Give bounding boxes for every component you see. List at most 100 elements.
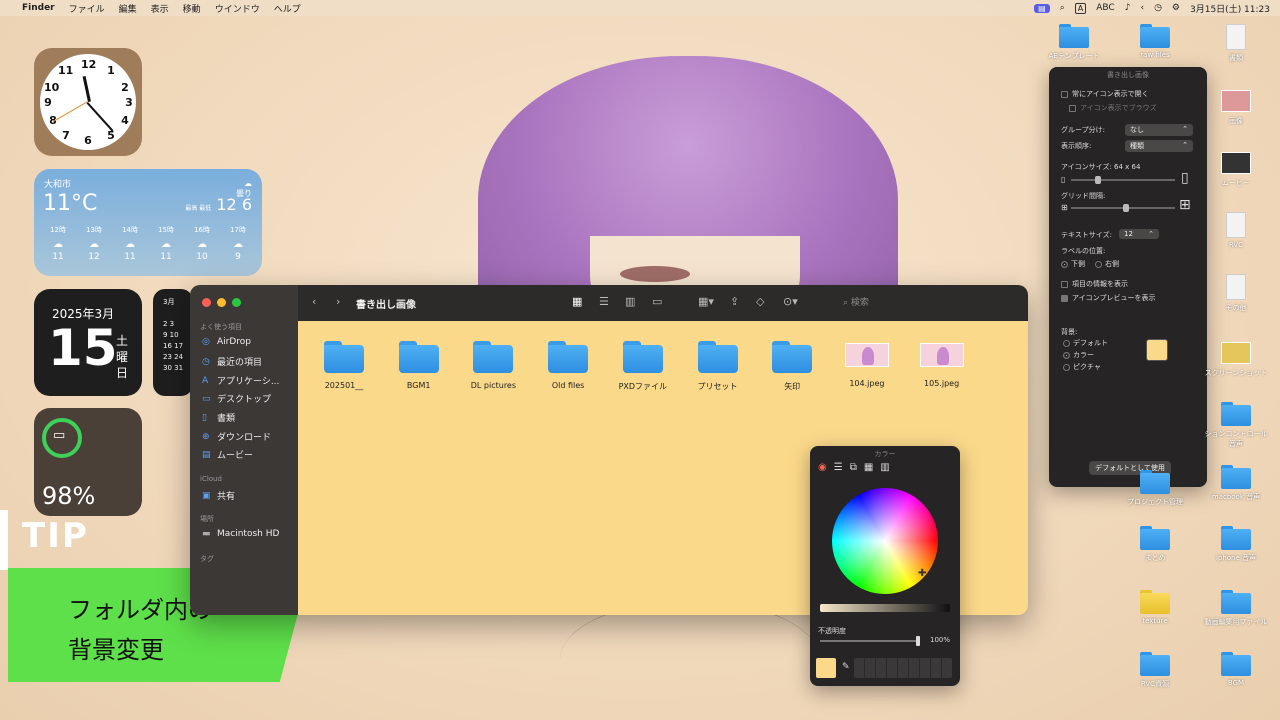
input-a-indicator[interactable]: A [1074, 2, 1087, 14]
color-wheel-icon[interactable]: ◉ [818, 462, 827, 473]
desktop-item[interactable]: 画像 [1204, 88, 1268, 126]
tag-icon[interactable]: ◇ [756, 295, 764, 308]
clock-widget[interactable]: 12 1 2 3 4 5 6 7 8 9 10 11 [34, 48, 142, 156]
desktop-item[interactable]: 動画編集用ファイル [1204, 590, 1268, 627]
image-palette-icon[interactable]: ▦ [864, 462, 873, 473]
color-swatch-grid[interactable] [854, 658, 952, 678]
menu-app-name[interactable]: Finder [22, 3, 55, 13]
spotlight-icon[interactable]: ⌕ [1060, 3, 1065, 13]
sidebar-item-macintosh-hd[interactable]: ▬ Macintosh HD [202, 529, 279, 539]
battery-widget[interactable]: ▭ 98% [34, 408, 142, 516]
grid-spacing-slider[interactable] [1071, 204, 1175, 212]
desktop-item[interactable]: その他 [1204, 274, 1268, 313]
menu-datetime[interactable]: 3月15日(土) 11:23 [1190, 2, 1270, 15]
desktop-item[interactable]: ションコントロール音声 [1204, 402, 1268, 449]
sidebar-item-shared[interactable]: ▣ 共有 [202, 489, 235, 503]
desktop-item[interactable]: texture [1123, 590, 1187, 625]
menu-edit[interactable]: 編集 [119, 2, 137, 15]
finder-item[interactable]: PXDファイル [607, 337, 679, 392]
chevron-left-icon[interactable]: ‹ [1140, 3, 1144, 13]
share-icon[interactable]: ⇪ [730, 295, 739, 308]
zoom-button[interactable] [232, 298, 241, 307]
desktop-item[interactable]: raw files [1123, 24, 1187, 59]
sliders-icon[interactable]: ☰ [834, 462, 843, 473]
eyedropper-icon[interactable]: ✎ [842, 662, 850, 672]
opacity-slider[interactable] [820, 636, 920, 646]
show-info-checkbox[interactable]: 項目の情報を表示 [1061, 279, 1128, 289]
finder-item[interactable]: 105.jpeg [906, 337, 978, 388]
color-panel[interactable]: カラー ◉ ☰ ⧉ ▦ ▥ ✚ 不透明度 100% ✎ [810, 446, 960, 686]
sidebar-item-applications[interactable]: A アプリケーシ... [202, 374, 279, 388]
always-icon-checkbox[interactable]: 常にアイコン表示で開く [1061, 89, 1149, 99]
text-size-select[interactable]: 12 ⌃ [1119, 229, 1159, 239]
desktop-item[interactable]: まとめ [1123, 526, 1187, 563]
clock-icon[interactable]: ◷ [1154, 3, 1162, 13]
bg-default-radio[interactable]: デフォルト [1063, 338, 1108, 348]
desktop-item[interactable]: iphone 音声 [1204, 526, 1268, 563]
bg-picture-radio[interactable]: ピクチャ [1063, 362, 1101, 372]
back-icon[interactable]: ‹ [312, 295, 316, 308]
finder-item[interactable]: DL pictures [457, 337, 529, 390]
music-icon[interactable]: ♪ [1125, 3, 1131, 13]
search-field[interactable]: ⌕ 検索 [843, 295, 869, 308]
list-view-icon[interactable]: ☰ [599, 295, 609, 308]
finder-item[interactable]: 104.jpeg [831, 337, 903, 388]
view-options-panel[interactable]: 書き出し画像 常にアイコン表示で開く アイコン表示でブラウズ グループ分け: な… [1049, 67, 1207, 487]
desktop-item[interactable]: プロジェクト管理 [1123, 470, 1187, 507]
sidebar-item-documents[interactable]: ▯ 書類 [202, 411, 235, 425]
desktop-item[interactable]: macbook 音声 [1204, 465, 1268, 502]
more-actions-icon[interactable]: ⊙▾ [783, 295, 798, 308]
finder-item[interactable]: BGM1 [383, 337, 455, 390]
menu-file[interactable]: ファイル [69, 2, 105, 15]
sidebar-item-airdrop[interactable]: ◎ AirDrop [202, 337, 251, 347]
sidebar-item-movies[interactable]: ▤ ムービー [202, 448, 253, 462]
sidebar-item-desktop[interactable]: ▭ デスクトップ [202, 392, 271, 406]
desktop-item[interactable]: BGM [1204, 652, 1268, 687]
bg-color-radio[interactable]: カラー [1063, 350, 1094, 360]
show-preview-checkbox[interactable]: アイコンプレビューを表示 [1061, 293, 1155, 303]
input-abc-label[interactable]: ABC [1096, 3, 1114, 13]
desktop-item[interactable]: スクリーンショット [1204, 340, 1268, 378]
calendar-widget[interactable]: 3月 2 3 9 10 16 17 23 24 30 31 [153, 289, 193, 396]
icon-view-icon[interactable]: ▦ [572, 295, 582, 308]
desktop-item[interactable]: RVC資源 [1123, 652, 1187, 689]
brightness-slider[interactable] [820, 604, 950, 612]
menu-help[interactable]: ヘルプ [274, 2, 301, 15]
desktop-item[interactable]: RVC [1204, 212, 1268, 249]
desktop-item[interactable]: 書類 [1204, 24, 1268, 63]
date-widget[interactable]: 2025年3月 15 土曜日 [34, 289, 142, 396]
menu-window[interactable]: ウインドウ [215, 2, 260, 15]
finder-item[interactable]: 202501__ [308, 337, 380, 390]
forward-icon[interactable]: › [336, 295, 340, 308]
label-bottom-radio[interactable]: 下側 [1061, 259, 1085, 269]
desktop-item[interactable]: ムービー [1204, 150, 1268, 188]
weather-widget[interactable]: 大和市 11°C ☁ 曇り 最高 最低 12 6 12時 ☁ 11 13時 ☁ 12 14時 ☁… [34, 169, 262, 276]
finder-item[interactable]: 矢印 [756, 337, 828, 392]
menu-view[interactable]: 表示 [151, 2, 169, 15]
control-center-icon[interactable]: ⚙ [1172, 3, 1180, 13]
sort-select[interactable]: 種類 ⌃ [1125, 140, 1193, 152]
finder-item[interactable]: プリセット [682, 337, 754, 392]
gallery-view-icon[interactable]: ▭ [652, 295, 662, 308]
sidebar-item-recents[interactable]: ◷ 最近の項目 [202, 355, 262, 369]
group-select[interactable]: なし ⌃ [1125, 124, 1193, 136]
color-wheel[interactable]: ✚ [832, 488, 938, 594]
folder-icon [772, 341, 813, 373]
crayons-icon[interactable]: ▥ [880, 462, 889, 473]
column-view-icon[interactable]: ▥ [625, 295, 635, 308]
sidebar-item-downloads[interactable]: ⊕ ダウンロード [202, 430, 271, 444]
label-right-radio[interactable]: 右側 [1095, 259, 1119, 269]
icon-size-slider[interactable] [1071, 176, 1175, 184]
menu-go[interactable]: 移動 [183, 2, 201, 15]
finder-item[interactable]: Old files [532, 337, 604, 390]
close-button[interactable] [202, 298, 211, 307]
bg-color-swatch[interactable] [1146, 339, 1168, 361]
group-icon[interactable]: ▦▾ [698, 295, 714, 308]
input-source-icon[interactable]: ▤ [1034, 3, 1050, 13]
minimize-button[interactable] [217, 298, 226, 307]
desktop-item[interactable]: AEテンプレート [1042, 24, 1106, 61]
opacity-value[interactable]: 100% [930, 636, 950, 644]
current-color-swatch[interactable] [816, 658, 836, 678]
browse-icon-checkbox[interactable]: アイコン表示でブラウズ [1069, 103, 1157, 113]
palettes-icon[interactable]: ⧉ [850, 462, 857, 473]
